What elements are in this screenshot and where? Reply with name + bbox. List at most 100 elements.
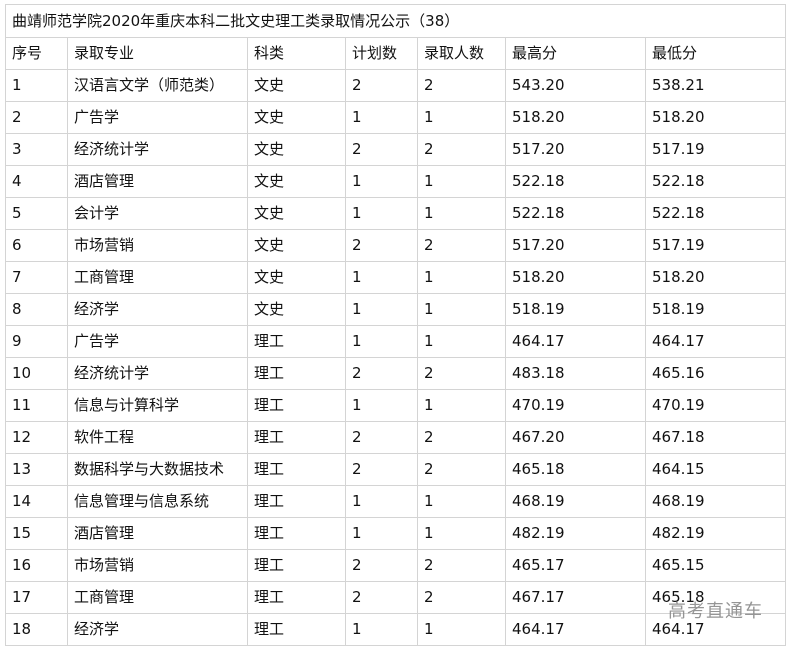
min-score-cell: 467.18 — [644, 421, 787, 454]
admitted-count-cell: 2 — [417, 549, 506, 582]
min-score-cell: 482.19 — [644, 517, 787, 550]
plan-count-cell: 1 — [345, 325, 418, 358]
major-cell: 工商管理 — [67, 581, 248, 614]
major-cell: 数据科学与大数据技术 — [67, 453, 248, 486]
plan-count-cell: 2 — [345, 133, 418, 166]
major-cell: 广告学 — [67, 325, 248, 358]
row-index-cell: 6 — [5, 229, 68, 262]
header-cell-index: 序号 — [5, 37, 68, 70]
major-cell: 信息与计算科学 — [67, 389, 248, 422]
category-cell: 文史 — [247, 293, 346, 326]
major-cell: 市场营销 — [67, 549, 248, 582]
max-score-cell: 522.18 — [505, 165, 646, 198]
table-row: 6 市场营销 文史 2 2 517.20 517.19 — [5, 229, 787, 262]
plan-count-cell: 2 — [345, 549, 418, 582]
plan-count-cell: 1 — [345, 197, 418, 230]
admitted-count-cell: 2 — [417, 229, 506, 262]
table-row: 14 信息管理与信息系统 理工 1 1 468.19 468.19 — [5, 485, 787, 518]
category-cell: 文史 — [247, 229, 346, 262]
category-cell: 文史 — [247, 133, 346, 166]
max-score-cell: 464.17 — [505, 325, 646, 358]
table-row: 7 工商管理 文史 1 1 518.20 518.20 — [5, 261, 787, 294]
admitted-count-cell: 1 — [417, 613, 506, 646]
major-cell: 市场营销 — [67, 229, 248, 262]
header-cell-major: 录取专业 — [67, 37, 248, 70]
header-cell-category: 科类 — [247, 37, 346, 70]
admitted-count-cell: 2 — [417, 581, 506, 614]
row-index-cell: 8 — [5, 293, 68, 326]
min-score-cell: 465.15 — [644, 549, 787, 582]
row-index-cell: 9 — [5, 325, 68, 358]
table-row: 3 经济统计学 文史 2 2 517.20 517.19 — [5, 133, 787, 166]
major-cell: 经济学 — [67, 293, 248, 326]
min-score-cell: 517.19 — [644, 229, 787, 262]
min-score-cell: 522.18 — [644, 197, 787, 230]
major-cell: 酒店管理 — [67, 517, 248, 550]
min-score-cell: 464.17 — [644, 325, 787, 358]
major-cell: 会计学 — [67, 197, 248, 230]
category-cell: 理工 — [247, 453, 346, 486]
header-cell-plan: 计划数 — [345, 37, 418, 70]
min-score-cell: 464.15 — [644, 453, 787, 486]
category-cell: 文史 — [247, 69, 346, 102]
category-cell: 文史 — [247, 197, 346, 230]
row-index-cell: 15 — [5, 517, 68, 550]
row-index-cell: 10 — [5, 357, 68, 390]
category-cell: 理工 — [247, 421, 346, 454]
category-cell: 理工 — [247, 581, 346, 614]
table-row: 8 经济学 文史 1 1 518.19 518.19 — [5, 293, 787, 326]
header-cell-min-score: 最低分 — [644, 37, 787, 70]
plan-count-cell: 1 — [345, 485, 418, 518]
admitted-count-cell: 1 — [417, 165, 506, 198]
table-title: 曲靖师范学院2020年重庆本科二批文史理工类录取情况公示（38） — [4, 4, 787, 38]
category-cell: 文史 — [247, 261, 346, 294]
plan-count-cell: 1 — [345, 517, 418, 550]
admitted-count-cell: 1 — [417, 197, 506, 230]
max-score-cell: 517.20 — [505, 133, 646, 166]
plan-count-cell: 1 — [345, 613, 418, 646]
major-cell: 经济统计学 — [67, 357, 248, 390]
admitted-count-cell: 2 — [417, 69, 506, 102]
max-score-cell: 522.18 — [505, 197, 646, 230]
admitted-count-cell: 2 — [417, 357, 506, 390]
max-score-cell: 518.20 — [505, 261, 646, 294]
category-cell: 理工 — [247, 357, 346, 390]
row-index-cell: 12 — [5, 421, 68, 454]
row-index-cell: 17 — [5, 581, 68, 614]
category-cell: 理工 — [247, 389, 346, 422]
admitted-count-cell: 1 — [417, 325, 506, 358]
header-cell-max-score: 最高分 — [505, 37, 646, 70]
plan-count-cell: 1 — [345, 261, 418, 294]
min-score-cell: 470.19 — [644, 389, 787, 422]
plan-count-cell: 2 — [345, 581, 418, 614]
max-score-cell: 483.18 — [505, 357, 646, 390]
plan-count-cell: 1 — [345, 101, 418, 134]
header-row: 序号 录取专业 科类 计划数 录取人数 最高分 最低分 — [5, 37, 787, 70]
category-cell: 理工 — [247, 613, 346, 646]
table-row: 4 酒店管理 文史 1 1 522.18 522.18 — [5, 165, 787, 198]
min-score-cell: 538.21 — [644, 69, 787, 102]
admitted-count-cell: 1 — [417, 389, 506, 422]
major-cell: 酒店管理 — [67, 165, 248, 198]
row-index-cell: 4 — [5, 165, 68, 198]
row-index-cell: 2 — [5, 101, 68, 134]
admission-table: 曲靖师范学院2020年重庆本科二批文史理工类录取情况公示（38） 序号 录取专业… — [4, 4, 787, 646]
max-score-cell: 465.18 — [505, 453, 646, 486]
header-cell-admitted: 录取人数 — [417, 37, 506, 70]
table-row: 10 经济统计学 理工 2 2 483.18 465.16 — [5, 357, 787, 390]
row-index-cell: 3 — [5, 133, 68, 166]
major-cell: 广告学 — [67, 101, 248, 134]
row-index-cell: 14 — [5, 485, 68, 518]
plan-count-cell: 1 — [345, 165, 418, 198]
max-score-cell: 543.20 — [505, 69, 646, 102]
watermark-text: 高考直通车 — [668, 601, 763, 622]
max-score-cell: 467.17 — [505, 581, 646, 614]
admitted-count-cell: 1 — [417, 101, 506, 134]
max-score-cell: 518.19 — [505, 293, 646, 326]
admitted-count-cell: 1 — [417, 293, 506, 326]
admitted-count-cell: 2 — [417, 453, 506, 486]
min-score-cell: 518.20 — [644, 261, 787, 294]
row-index-cell: 5 — [5, 197, 68, 230]
row-index-cell: 1 — [5, 69, 68, 102]
admitted-count-cell: 1 — [417, 261, 506, 294]
